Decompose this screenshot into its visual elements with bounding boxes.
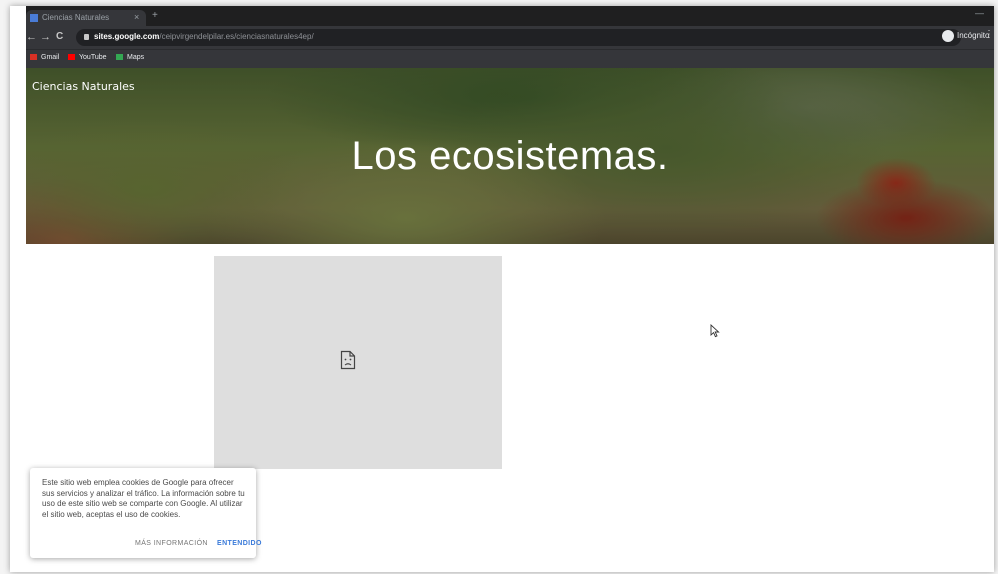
- url-text: sites.google.com/ceipvirgendelpilar.es/c…: [94, 32, 314, 41]
- mouse-cursor-icon: [710, 324, 720, 338]
- bookmark-youtube[interactable]: YouTube: [68, 54, 107, 61]
- close-tab-icon[interactable]: ×: [134, 12, 139, 22]
- back-button[interactable]: ←: [26, 30, 37, 44]
- bookmark-maps[interactable]: Maps: [116, 54, 144, 61]
- url-host: sites.google.com: [94, 32, 160, 41]
- cookie-notice-text: Este sitio web emplea cookies de Google …: [42, 478, 245, 519]
- more-info-button[interactable]: MÁS INFORMACIÓN: [135, 540, 208, 547]
- site-title-link[interactable]: Ciencias Naturales: [32, 80, 135, 93]
- browser-tab[interactable]: Ciencias Naturales ×: [26, 10, 146, 26]
- accept-cookies-button[interactable]: ENTENDIDO: [217, 540, 262, 547]
- cookie-banner: Este sitio web emplea cookies de Google …: [30, 468, 261, 558]
- bookmark-label: Gmail: [41, 54, 60, 61]
- bookmark-label: YouTube: [79, 54, 107, 61]
- maps-icon: [116, 54, 123, 61]
- broken-file-icon: [340, 350, 356, 370]
- tab-title: Ciencias Naturales: [42, 13, 110, 22]
- incognito-icon: [942, 30, 954, 42]
- gmail-icon: [30, 54, 37, 61]
- site-favicon-icon: [30, 14, 38, 22]
- bookmarks-bar: Gmail YouTube Maps: [26, 49, 994, 69]
- menu-icon[interactable]: ⋮: [984, 29, 994, 40]
- tab-strip: Ciencias Naturales × + —: [26, 6, 994, 26]
- bookmark-gmail[interactable]: Gmail: [30, 54, 59, 61]
- screenshot-frame: Ciencias Naturales × + — ← → C sites.goo…: [10, 6, 994, 572]
- new-tab-button[interactable]: +: [152, 10, 158, 21]
- youtube-icon: [68, 54, 75, 61]
- lock-icon: [84, 34, 89, 40]
- hero-banner: Ciencias Naturales Los ecosistemas.: [26, 68, 994, 244]
- embedded-content-placeholder: [214, 256, 502, 469]
- address-bar[interactable]: sites.google.com/ceipvirgendelpilar.es/c…: [76, 29, 961, 46]
- forward-button[interactable]: →: [40, 30, 51, 44]
- browser-toolbar: ← → C sites.google.com/ceipvirgendelpila…: [26, 26, 994, 49]
- bookmark-label: Maps: [127, 54, 145, 61]
- page-title: Los ecosistemas.: [351, 134, 669, 178]
- reload-button[interactable]: C: [56, 30, 63, 44]
- url-path: /ceipvirgendelpilar.es/cienciasnaturales…: [159, 32, 314, 41]
- minimize-button[interactable]: —: [975, 8, 984, 18]
